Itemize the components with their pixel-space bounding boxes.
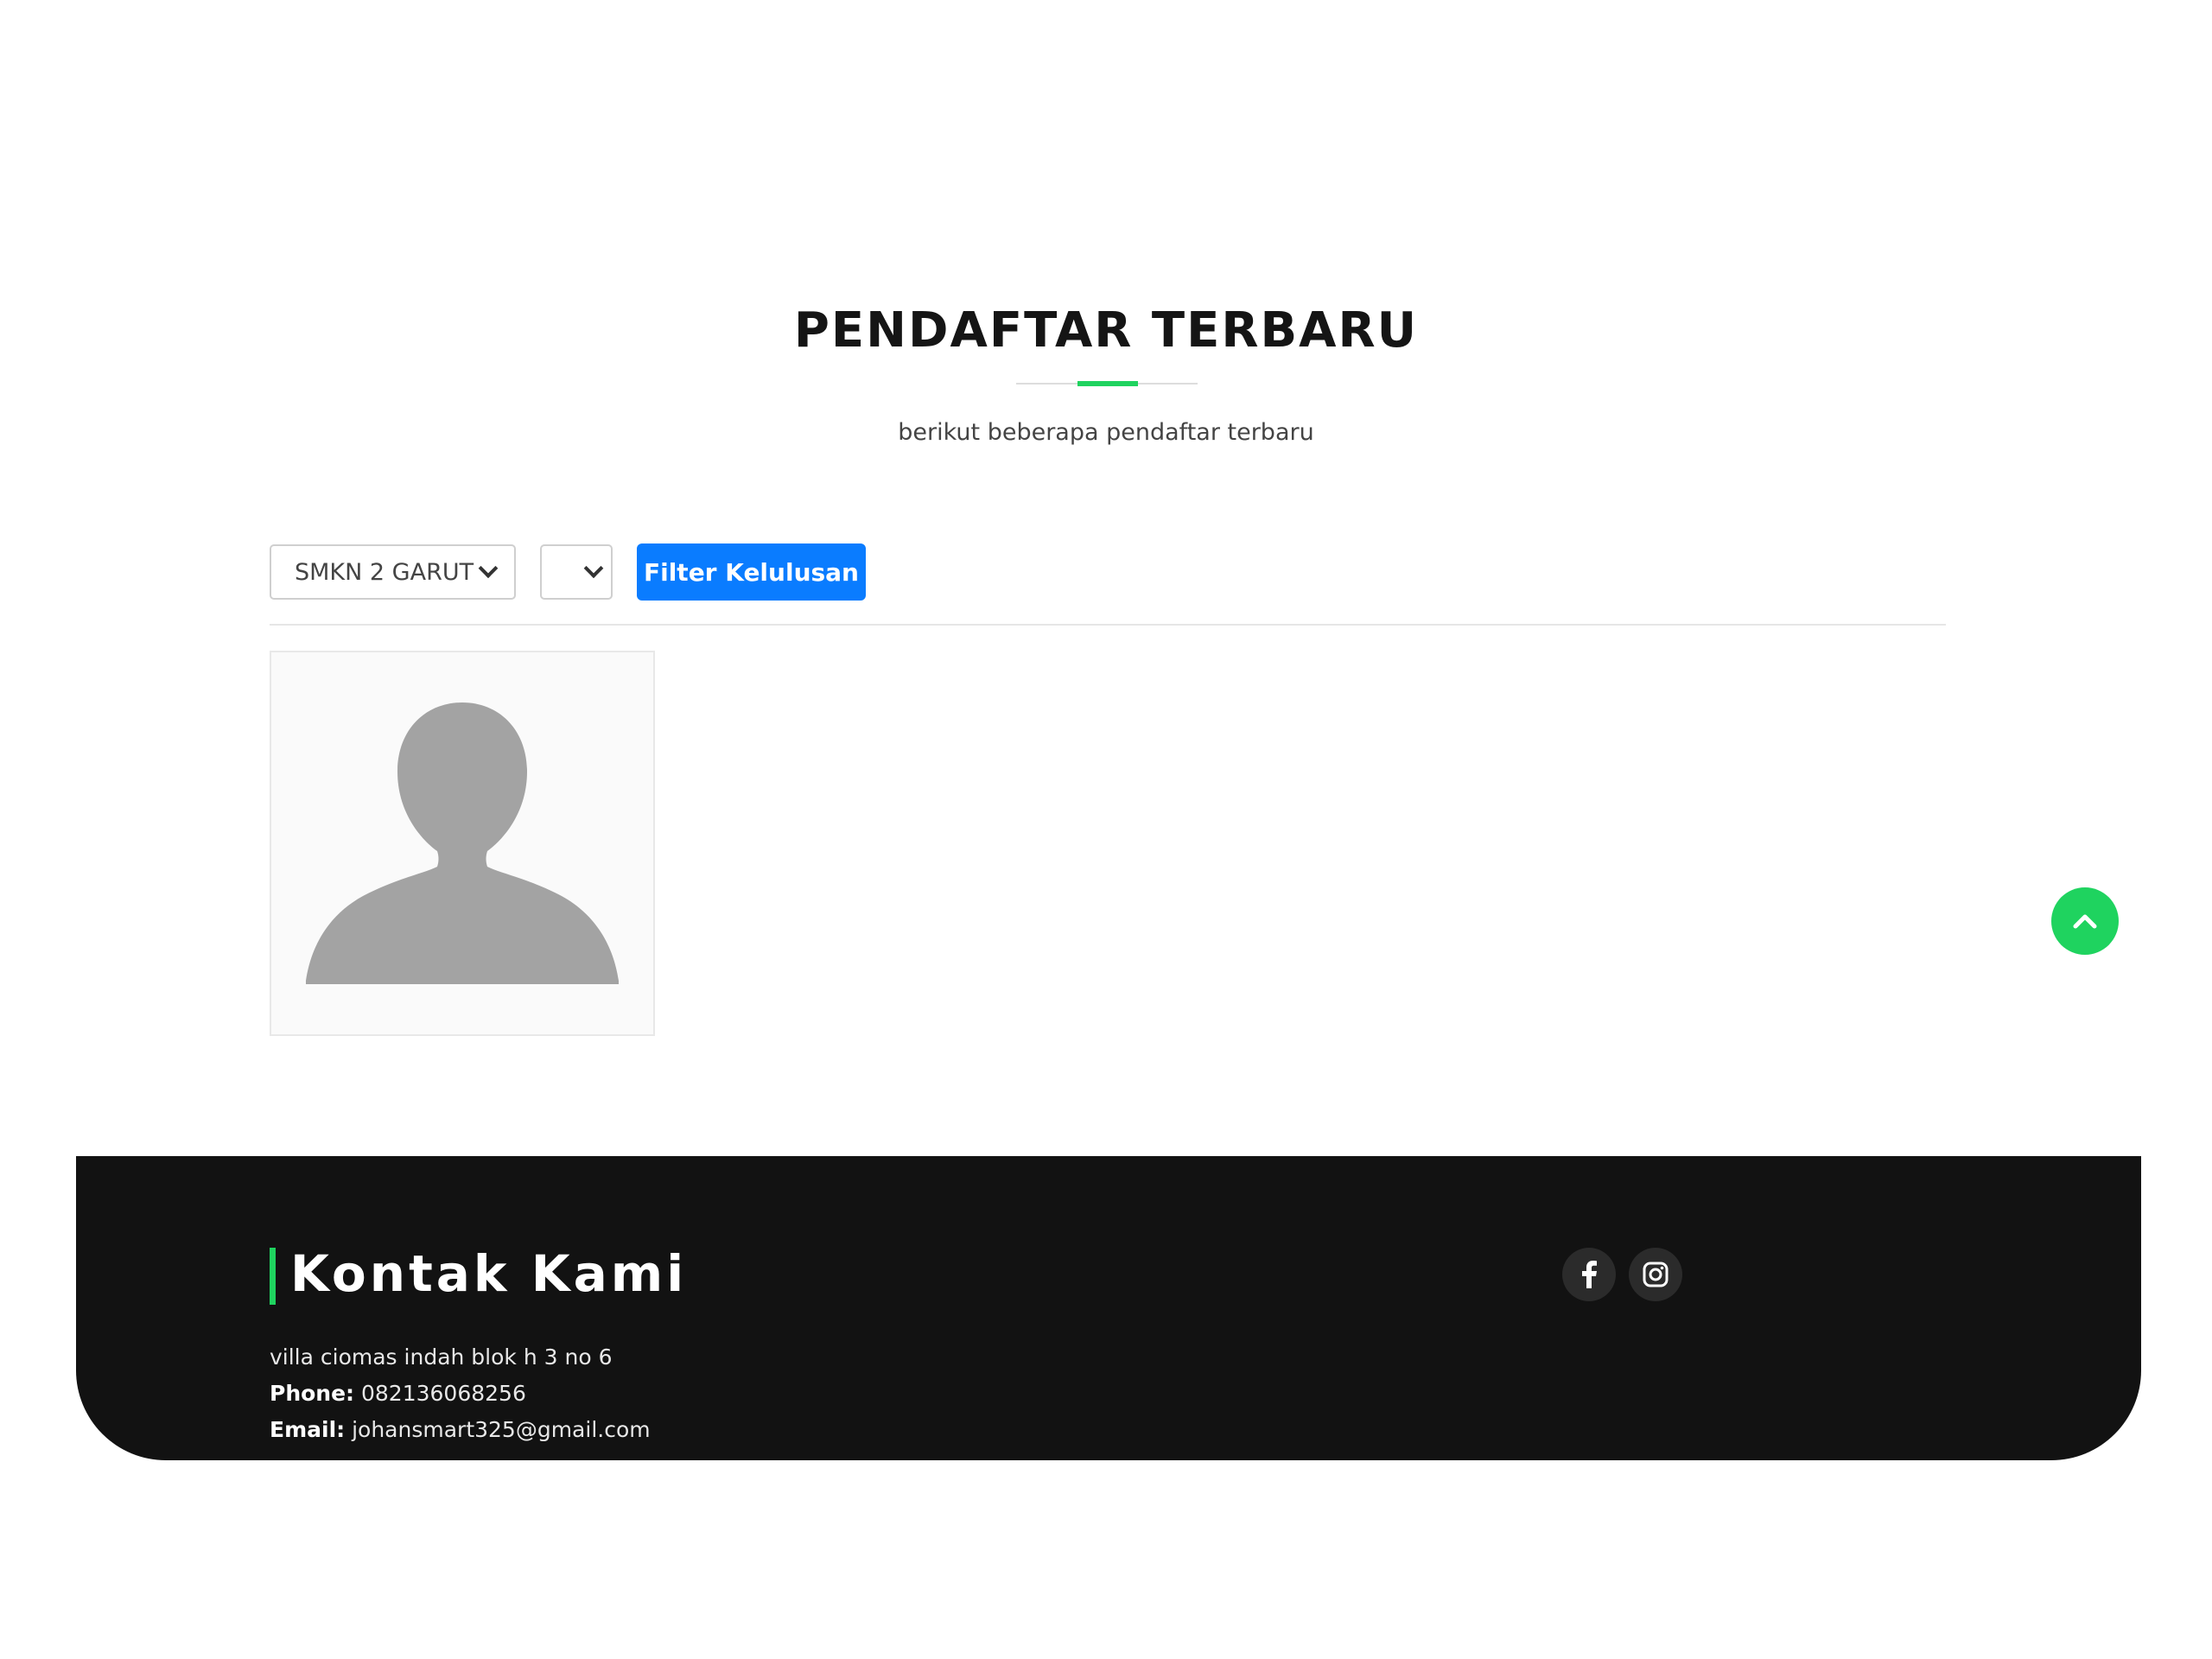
chevron-up-icon [2073, 914, 2097, 929]
section-subtitle: berikut beberapa pendaftar terbaru [898, 419, 1314, 446]
chevron-down-icon [583, 558, 604, 579]
contact-email[interactable]: johansmart325@gmail.com [352, 1417, 651, 1442]
registrant-card[interactable] [270, 651, 655, 1036]
scroll-to-top-button[interactable] [2051, 887, 2119, 955]
chevron-down-icon [478, 558, 499, 579]
title-divider-accent [1077, 381, 1138, 386]
contact-phone: 082136068256 [361, 1381, 526, 1406]
page: PENDAFTAR TERBARU berikut beberapa penda… [0, 0, 2212, 1659]
year-select[interactable] [540, 544, 613, 600]
instagram-link[interactable] [1629, 1248, 1682, 1301]
contact-phone-label: Phone: [270, 1381, 355, 1406]
facebook-icon [1582, 1261, 1597, 1288]
instagram-icon [1643, 1262, 1669, 1287]
contact-address: villa ciomas indah blok h 3 no 6 [270, 1344, 613, 1370]
contact-email-label: Email: [270, 1417, 346, 1442]
section-title: PENDAFTAR TERBARU [793, 302, 1419, 359]
footer-heading: Kontak Kami [290, 1244, 688, 1303]
filter-bar: SMKN 2 GARUT Filter Kelulusan [270, 543, 866, 601]
footer: Kontak Kami villa ciomas indah blok h 3 … [76, 1156, 2141, 1460]
filter-divider [270, 624, 1946, 626]
contact-info: villa ciomas indah blok h 3 no 6 Phone: … [270, 1339, 651, 1448]
contact-email-row: Email: johansmart325@gmail.com [270, 1412, 651, 1448]
footer-heading-accent [270, 1248, 276, 1305]
facebook-link[interactable] [1562, 1248, 1616, 1301]
school-select-value: SMKN 2 GARUT [295, 558, 474, 586]
default-avatar-icon [306, 702, 619, 984]
filter-kelulusan-button[interactable]: Filter Kelulusan [637, 543, 866, 601]
school-select[interactable]: SMKN 2 GARUT [270, 544, 516, 600]
contact-phone-row: Phone: 082136068256 [270, 1376, 651, 1412]
